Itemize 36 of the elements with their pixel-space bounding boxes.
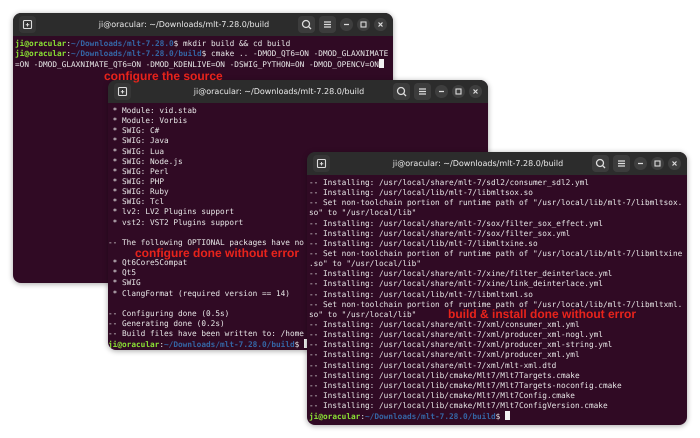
- menu-button[interactable]: [414, 83, 431, 100]
- maximize-button[interactable]: [651, 157, 664, 170]
- annotation-text: configure the source: [104, 70, 223, 82]
- search-icon: [595, 158, 606, 169]
- new-tab-icon: [117, 86, 128, 97]
- maximize-button[interactable]: [357, 18, 370, 31]
- menu-button[interactable]: [613, 155, 630, 172]
- window-title: ji@oracular: ~/Downloads/mlt-7.28.0/build: [98, 20, 270, 29]
- maximize-button[interactable]: [452, 85, 465, 98]
- new-tab-icon: [22, 19, 33, 30]
- new-tab-icon: [316, 158, 327, 169]
- new-tab-button[interactable]: [313, 155, 330, 172]
- new-tab-button[interactable]: [114, 83, 131, 100]
- window-title: ji@oracular: ~/Downloads/mlt-7.28.0/build: [192, 87, 366, 96]
- close-button[interactable]: [668, 157, 681, 170]
- window-title: ji@oracular: ~/Downloads/mlt-7.28.0/build: [392, 159, 564, 168]
- minimize-button[interactable]: [340, 18, 353, 31]
- menu-icon: [417, 86, 428, 97]
- minimize-button[interactable]: [435, 85, 448, 98]
- annotation-text: build & install done without error: [448, 308, 636, 320]
- close-button[interactable]: [374, 18, 387, 31]
- close-button[interactable]: [469, 85, 482, 98]
- new-tab-button[interactable]: [19, 16, 36, 33]
- menu-icon: [616, 158, 627, 169]
- annotation-text: configure done without error: [135, 247, 299, 259]
- maximize-icon: [453, 86, 464, 97]
- maximize-icon: [358, 19, 369, 30]
- search-icon: [396, 86, 407, 97]
- search-button[interactable]: [393, 83, 410, 100]
- search-icon: [301, 19, 312, 30]
- maximize-icon: [652, 158, 663, 169]
- search-button[interactable]: [298, 16, 315, 33]
- menu-icon: [322, 19, 333, 30]
- minimize-button[interactable]: [634, 157, 647, 170]
- menu-button[interactable]: [319, 16, 336, 33]
- search-button[interactable]: [592, 155, 609, 172]
